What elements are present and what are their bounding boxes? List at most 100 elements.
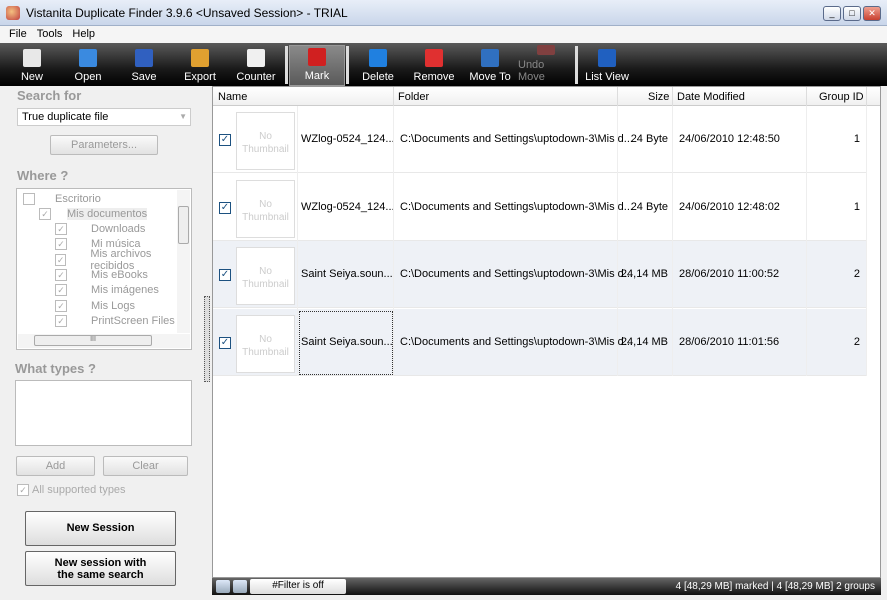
menu-help[interactable]: Help <box>67 26 100 43</box>
grid-header: Name Folder Size Date Modified Group ID <box>213 87 880 106</box>
export-button[interactable]: Export <box>172 45 228 86</box>
table-row[interactable]: ✓ No Thumbnail WZlog-0524_124... C:\Docum… <box>213 174 866 241</box>
toolbar: New Open Save Export Counter Mark Delete Remove… <box>0 43 887 86</box>
toolbar-label: Remove <box>413 71 455 83</box>
delete-button[interactable]: Delete <box>350 45 406 86</box>
row-checkbox[interactable]: ✓ <box>219 201 231 214</box>
cell-group-id: 2 <box>853 335 860 348</box>
cell-name: WZlog-0524_124... <box>301 133 395 145</box>
cell-date: 24/06/2010 12:48:02 <box>679 200 780 213</box>
tree-item[interactable]: ✓ Mis documentos <box>39 206 148 221</box>
new-button[interactable]: New <box>4 45 60 86</box>
list-view-button[interactable]: List View <box>579 45 635 86</box>
thumbnail: No Thumbnail <box>236 112 295 170</box>
remove-button[interactable]: Remove <box>406 45 462 86</box>
tree-item-label: Mis Logs <box>91 299 136 312</box>
tree-item[interactable]: ✓ Mis imágenes <box>55 283 159 298</box>
list-view-icon <box>598 49 616 67</box>
tree-item[interactable]: ✓ Mis Logs <box>55 298 135 313</box>
counter-button[interactable]: Counter <box>228 45 284 86</box>
cell-name: Saint Seiya.soun... <box>301 268 393 280</box>
parameters-button[interactable]: Parameters... <box>50 135 158 155</box>
column-group-id[interactable]: Group ID <box>819 91 864 103</box>
grid-line <box>866 106 867 376</box>
export-icon <box>191 49 209 67</box>
open-button[interactable]: Open <box>60 45 116 86</box>
undo-move-button[interactable]: Undo Move <box>518 45 574 86</box>
menu-bar: File Tools Help <box>0 26 887 43</box>
table-row[interactable]: ✓ No Thumbnail Saint Seiya.soun... C:\Doc… <box>213 308 866 376</box>
tree-item-label: Mis documentos <box>67 207 148 220</box>
thumb-text: No <box>259 198 272 210</box>
add-button[interactable]: Add <box>16 456 95 476</box>
filter-settings-icon[interactable] <box>233 580 247 593</box>
menu-tools[interactable]: Tools <box>32 26 68 43</box>
panel-splitter[interactable] <box>204 296 210 382</box>
column-name[interactable]: Name <box>218 91 247 103</box>
search-type-select[interactable]: True duplicate file ▼ <box>17 108 191 126</box>
checkbox-icon: ✓ <box>17 484 29 496</box>
checkbox-icon: ✓ <box>55 238 67 251</box>
search-type-value: True duplicate file <box>22 111 109 123</box>
clear-button[interactable]: Clear <box>103 456 188 476</box>
new-icon <box>23 49 41 67</box>
tree-item[interactable]: ✓ Downloads <box>55 222 145 237</box>
counter-icon <box>247 49 265 67</box>
row-checkbox[interactable]: ✓ <box>219 269 231 281</box>
types-list[interactable] <box>15 380 192 446</box>
row-checkbox[interactable]: ✓ <box>219 336 231 349</box>
tree-item[interactable]: ✓ Mis eBooks <box>55 268 148 283</box>
close-button[interactable]: ✕ <box>863 6 881 21</box>
checkbox-icon <box>23 192 35 205</box>
checkbox-icon: ✓ <box>55 284 67 297</box>
table-row[interactable]: ✓ No Thumbnail Saint Seiya.soun... C:\Doc… <box>213 241 866 308</box>
checkbox-icon: ✓ <box>55 314 67 327</box>
column-date-modified[interactable]: Date Modified <box>677 91 745 103</box>
folder-tree[interactable]: III Escritorio ✓ Mis documentos ✓ Downloads ✓… <box>16 188 192 350</box>
checkbox-icon: ✓ <box>55 253 67 266</box>
column-size[interactable]: Size <box>648 91 669 103</box>
mark-button[interactable]: Mark <box>289 45 345 86</box>
filter-button[interactable]: #Filter is off <box>250 579 346 594</box>
save-icon <box>135 49 153 67</box>
new-session-button[interactable]: New Session <box>25 511 176 546</box>
minimize-button[interactable]: _ <box>823 6 841 21</box>
toolbar-label: New <box>20 71 43 83</box>
cell-folder: C:\Documents and Settings\uptodown-3\Mis… <box>400 200 633 213</box>
column-folder[interactable]: Folder <box>398 91 429 103</box>
checkmark-icon <box>308 48 326 66</box>
cell-date: 24/06/2010 12:48:50 <box>679 133 780 145</box>
button-line-2: the same search <box>57 569 144 581</box>
menu-file[interactable]: File <box>4 26 32 43</box>
grid-line <box>672 106 673 376</box>
cell-size: 24 Byte <box>630 133 668 145</box>
grid-line <box>297 106 298 376</box>
tree-item[interactable]: ✓ Mis archivos recibidos <box>55 248 191 272</box>
zoom-icon[interactable] <box>216 580 230 593</box>
move-to-button[interactable]: Move To <box>462 45 518 86</box>
cell-group-id: 1 <box>853 133 860 145</box>
table-row[interactable]: ✓ No Thumbnail WZlog-0524_124... C:\Docum… <box>213 106 866 173</box>
all-supported-types-checkbox[interactable]: ✓ All supported types <box>17 484 126 496</box>
save-button[interactable]: Save <box>116 45 172 86</box>
tree-item[interactable]: ✓ PrintScreen Files <box>55 313 175 328</box>
remove-icon <box>425 49 443 67</box>
title-bar: Vistanita Duplicate Finder 3.9.6 <Unsave… <box>0 0 887 26</box>
results-grid: Name Folder Size Date Modified Group ID … <box>212 86 881 578</box>
tree-item-label: Mis imágenes <box>91 284 159 297</box>
toolbar-label: List View <box>585 71 629 83</box>
button-line-1: New session with <box>54 557 147 569</box>
new-session-same-search-button[interactable]: New session with the same search <box>25 551 176 586</box>
row-checkbox[interactable]: ✓ <box>219 134 231 146</box>
thumb-text: No <box>259 131 272 142</box>
toolbar-label: Move To <box>469 71 511 83</box>
cell-size: 24 Byte <box>630 200 668 213</box>
tree-item[interactable]: Escritorio <box>23 191 101 206</box>
cell-folder: C:\Documents and Settings\uptodown-3\Mis… <box>400 335 633 348</box>
maximize-button[interactable]: □ <box>843 6 861 21</box>
status-bar: #Filter is off 4 [48,29 MB] marked | 4 [… <box>212 578 881 595</box>
toolbar-label: Mark <box>304 70 330 82</box>
toolbar-separator <box>346 46 349 84</box>
cell-group-id: 1 <box>853 200 860 213</box>
tree-horizontal-scrollbar[interactable]: III <box>18 334 190 348</box>
